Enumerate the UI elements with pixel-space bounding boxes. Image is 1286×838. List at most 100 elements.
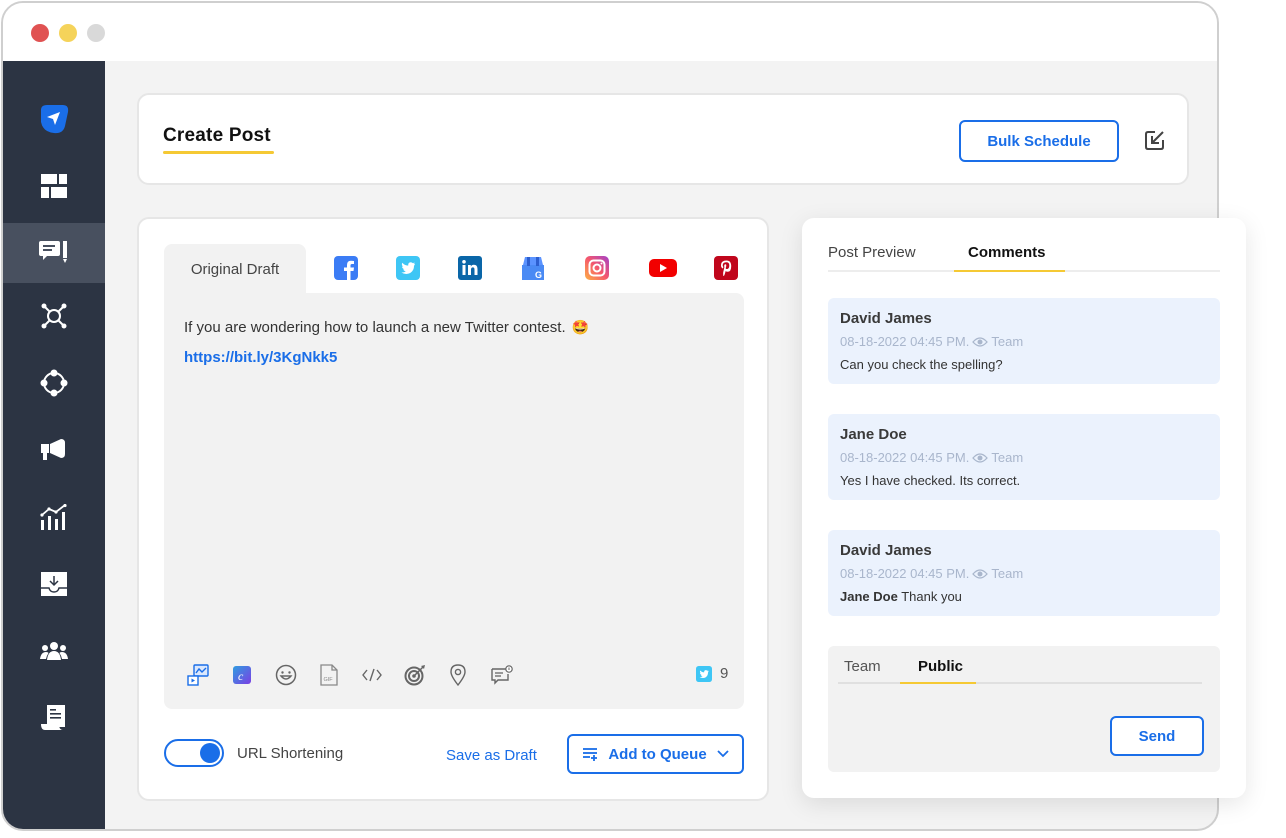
workflow-icon <box>40 369 68 397</box>
sidebar-item-network[interactable] <box>3 286 105 346</box>
tab-comments[interactable]: Comments <box>968 244 1046 261</box>
gif-button[interactable]: GIF <box>317 663 341 687</box>
sidebar-item-reports[interactable] <box>3 688 105 748</box>
canva-icon: c <box>233 666 251 684</box>
active-tab-underline <box>954 270 1065 272</box>
url-shortening-label: URL Shortening <box>237 745 344 762</box>
save-as-draft-link[interactable]: Save as Draft <box>446 747 537 764</box>
first-comment-icon <box>491 665 513 685</box>
pinterest-icon[interactable] <box>714 256 738 280</box>
comment-timestamp: 08-18-2022 04:45 PM. <box>840 450 970 465</box>
gif-icon: GIF <box>320 664 338 686</box>
comment-item: David James 08-18-2022 04:45 PM. Team Ca… <box>828 298 1220 384</box>
post-text-content: If you are wondering how to launch a new… <box>184 319 566 336</box>
comment-meta: 08-18-2022 04:45 PM. Team <box>840 450 1208 465</box>
twitter-small-icon <box>696 665 712 682</box>
character-count-value: 9 <box>720 665 729 682</box>
target-button[interactable] <box>403 663 427 687</box>
header-card: Create Post Bulk Schedule <box>137 93 1189 185</box>
tab-team[interactable]: Team <box>844 658 881 675</box>
comment-author: David James <box>840 310 932 327</box>
chevron-down-icon <box>717 750 729 758</box>
comment-text: Can you check the spelling? <box>840 357 1003 372</box>
maximize-window-button[interactable] <box>87 24 105 42</box>
comment-author: Jane Doe <box>840 426 907 443</box>
export-arrow-icon[interactable] <box>1143 128 1167 152</box>
location-button[interactable] <box>446 663 470 687</box>
comment-timestamp: 08-18-2022 04:45 PM. <box>840 334 970 349</box>
sidebar-item-workflow[interactable] <box>3 353 105 413</box>
tab-post-preview[interactable]: Post Preview <box>828 244 916 261</box>
comment-visibility: Team <box>991 450 1024 465</box>
comment-text: Jane Doe Thank you <box>840 589 1208 604</box>
compose-icon <box>39 241 67 263</box>
facebook-icon[interactable] <box>334 256 358 280</box>
comment-visibility: Team <box>991 334 1024 349</box>
code-icon <box>362 668 382 682</box>
send-button[interactable]: Send <box>1110 716 1204 756</box>
sidebar-item-campaigns[interactable] <box>3 420 105 480</box>
sidebar-item-dashboard[interactable] <box>3 156 105 216</box>
toggle-knob <box>200 743 220 763</box>
location-icon <box>450 664 466 686</box>
instagram-icon[interactable] <box>585 256 609 280</box>
post-text-area[interactable]: If you are wondering how to launch a new… <box>164 293 744 709</box>
network-icon <box>41 303 67 329</box>
comment-text-content: Thank you <box>901 589 962 604</box>
queue-add-icon <box>583 748 598 761</box>
canva-button[interactable]: c <box>230 663 254 687</box>
url-shortening-toggle[interactable] <box>164 739 224 767</box>
character-count: 9 <box>696 665 728 682</box>
eye-icon <box>972 336 989 347</box>
eye-icon <box>972 452 989 463</box>
sidebar-item-home[interactable] <box>3 89 105 149</box>
active-tab-underline <box>900 682 976 684</box>
code-button[interactable] <box>360 663 384 687</box>
megaphone-icon <box>41 439 65 460</box>
first-comment-button[interactable] <box>490 663 514 687</box>
add-to-queue-label: Add to Queue <box>608 745 707 763</box>
twitter-icon[interactable] <box>396 256 420 280</box>
close-window-button[interactable] <box>31 24 49 42</box>
linkedin-icon[interactable] <box>458 256 482 280</box>
comment-timestamp: 08-18-2022 04:45 PM. <box>840 566 970 581</box>
comment-item: David James 08-18-2022 04:45 PM. Team Ja… <box>828 530 1220 616</box>
comments-panel-tabs: Post Preview Comments <box>828 244 1220 272</box>
media-library-button[interactable] <box>186 663 210 687</box>
svg-text:c: c <box>238 669 244 683</box>
minimize-window-button[interactable] <box>59 24 77 42</box>
google-business-icon[interactable]: G <box>521 256 545 280</box>
emoji-icon <box>275 664 297 686</box>
svg-text:G: G <box>535 270 542 280</box>
post-editor-card: Original Draft G If you are wondering ho… <box>137 217 769 801</box>
comment-item: Jane Doe 08-18-2022 04:45 PM. Team Yes I… <box>828 414 1220 500</box>
sidebar-item-team[interactable] <box>3 621 105 681</box>
report-icon <box>41 705 65 730</box>
media-library-icon <box>187 664 209 686</box>
tab-original-draft[interactable]: Original Draft <box>164 244 306 294</box>
add-to-queue-button[interactable]: Add to Queue <box>567 734 744 774</box>
comment-meta: 08-18-2022 04:45 PM. Team <box>840 566 1208 581</box>
paper-plane-logo-icon <box>41 105 69 134</box>
sidebar <box>3 61 105 829</box>
reply-box[interactable]: Team Public Send <box>828 646 1220 772</box>
sidebar-item-compose[interactable] <box>3 223 105 283</box>
dashboard-icon <box>41 174 67 198</box>
target-icon <box>404 665 425 686</box>
emoji-button[interactable] <box>274 663 298 687</box>
svg-text:GIF: GIF <box>324 677 334 683</box>
comment-mention[interactable]: Jane Doe <box>840 589 898 604</box>
post-link[interactable]: https://bit.ly/3KgNkk5 <box>184 349 337 366</box>
title-underline <box>163 151 274 154</box>
reply-visibility-tabs: Team Public <box>838 658 1202 684</box>
post-text: If you are wondering how to launch a new… <box>184 319 589 336</box>
youtube-icon[interactable] <box>649 256 677 280</box>
bulk-schedule-button[interactable]: Bulk Schedule <box>959 120 1119 162</box>
sidebar-item-analytics[interactable] <box>3 487 105 547</box>
tab-public[interactable]: Public <box>918 658 963 675</box>
team-icon <box>40 642 68 660</box>
star-struck-emoji-icon: 🤩 <box>571 319 590 335</box>
comment-text: Yes I have checked. Its correct. <box>840 473 1021 488</box>
analytics-icon <box>40 504 67 530</box>
sidebar-item-inbox[interactable] <box>3 554 105 614</box>
